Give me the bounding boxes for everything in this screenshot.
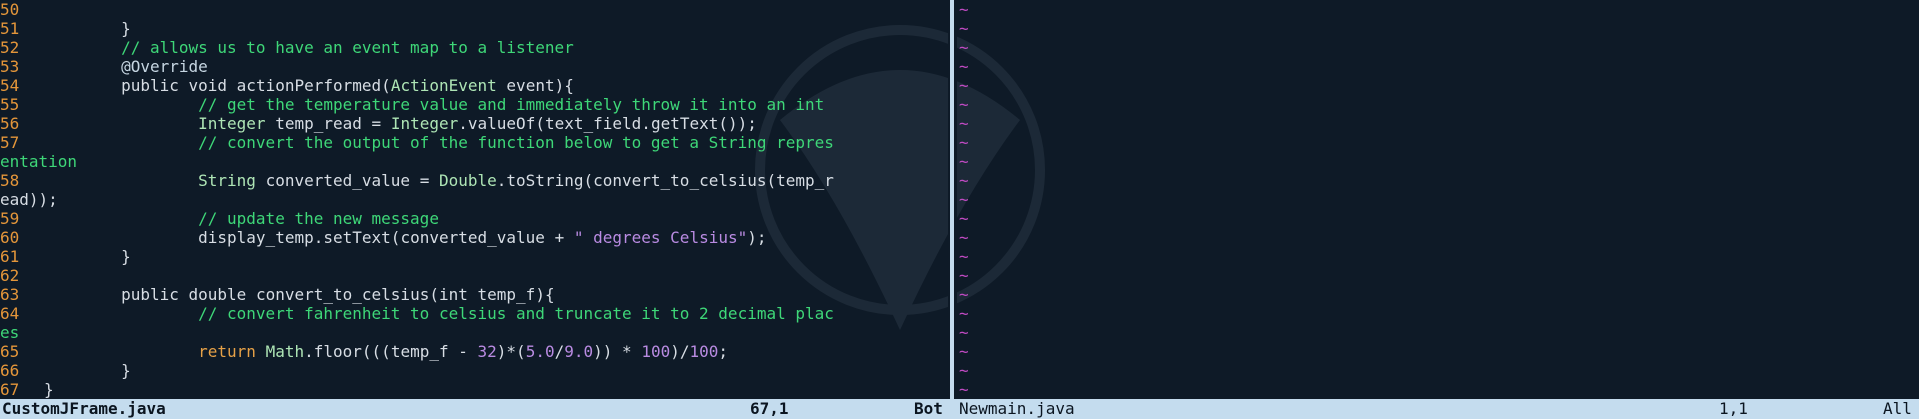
code-line: 65 return Math.floor(((temp_f - 32)*(5.0… <box>0 342 728 361</box>
empty-line-tilde: ~ <box>959 190 969 209</box>
code-line: es <box>0 323 19 342</box>
code-text: es <box>0 323 20 342</box>
code-line: 55 // get the temperature value and imme… <box>0 95 824 114</box>
empty-line-tilde: ~ <box>959 19 969 38</box>
empty-line-tilde: ~ <box>959 323 969 342</box>
line-number: 58 <box>0 171 20 190</box>
code-line: 62 <box>0 266 44 285</box>
empty-line-tilde: ~ <box>959 342 969 361</box>
empty-line-tilde: ~ <box>959 247 969 266</box>
code-text: } <box>44 361 131 380</box>
code-text: @Override <box>121 57 208 76</box>
code-text: } <box>44 247 131 266</box>
vim-editor[interactable]: 50 51 } 52 // allows us to have an event m… <box>0 0 1919 419</box>
left-status-filename: CustomJFrame.java <box>2 399 166 418</box>
code-line: 56 Integer temp_read = Integer.valueOf(t… <box>0 114 757 133</box>
empty-line-tilde: ~ <box>959 171 969 190</box>
code-line: 58 String converted_value = Double.toStr… <box>0 171 834 190</box>
code-line: 61 } <box>0 247 131 266</box>
code-text: ead)); <box>0 190 58 209</box>
code-text: public double convert_to_celsius(int tem… <box>121 285 555 304</box>
code-line: 67} <box>0 380 54 399</box>
line-number: 57 <box>0 133 20 152</box>
empty-line-tilde: ~ <box>959 380 969 399</box>
code-text: // convert the output of the function be… <box>198 133 834 152</box>
empty-line-tilde: ~ <box>959 152 969 171</box>
code-line: 57 // convert the output of the function… <box>0 133 834 152</box>
right-status-position: 1,1 <box>1719 399 1748 418</box>
empty-line-tilde: ~ <box>959 228 969 247</box>
line-number: 61 <box>0 247 20 266</box>
empty-line-tilde: ~ <box>959 209 969 228</box>
code-text: public void actionPerformed(ActionEvent … <box>121 76 574 95</box>
empty-line-tilde: ~ <box>959 266 969 285</box>
line-number: 55 <box>0 95 20 114</box>
code-text: String converted_value = Double.toString… <box>198 171 834 190</box>
right-status-scroll: All <box>1883 399 1912 418</box>
line-number: 63 <box>0 285 20 304</box>
line-number: 59 <box>0 209 20 228</box>
empty-line-tilde: ~ <box>959 285 969 304</box>
empty-line-tilde: ~ <box>959 0 969 19</box>
line-number: 50 <box>0 0 20 19</box>
line-number: 56 <box>0 114 20 133</box>
code-text: } <box>44 380 54 399</box>
empty-line-tilde: ~ <box>959 38 969 57</box>
line-number: 60 <box>0 228 20 247</box>
left-editor-pane[interactable]: 50 51 } 52 // allows us to have an event m… <box>0 0 948 399</box>
right-editor-pane[interactable]: ~ ~ ~ ~ ~ ~ ~ ~ ~ ~ ~ ~ ~ ~ ~ ~ ~ ~ ~ ~ ~ <box>957 0 1919 399</box>
empty-line-tilde: ~ <box>959 76 969 95</box>
code-line: 50 <box>0 0 44 19</box>
line-number: 52 <box>0 38 20 57</box>
code-text: // update the new message <box>198 209 439 228</box>
line-number: 65 <box>0 342 20 361</box>
line-number: 53 <box>0 57 20 76</box>
code-text: // convert fahrenheit to celsius and tru… <box>198 304 834 323</box>
line-number: 64 <box>0 304 20 323</box>
status-bar: CustomJFrame.java 67,1 Bot Newmain.java … <box>0 399 1919 419</box>
right-status-filename: Newmain.java <box>959 399 1075 418</box>
code-line: 53 @Override <box>0 57 208 76</box>
code-text: // allows us to have an event map to a l… <box>121 38 574 57</box>
empty-line-tilde: ~ <box>959 95 969 114</box>
code-line: 52 // allows us to have an event map to … <box>0 38 574 57</box>
code-text: // get the temperature value and immedia… <box>198 95 825 114</box>
empty-line-tilde: ~ <box>959 114 969 133</box>
line-number: 62 <box>0 266 20 285</box>
empty-line-tilde: ~ <box>959 304 969 323</box>
empty-line-tilde: ~ <box>959 133 969 152</box>
code-text: display_temp.setText(converted_value + "… <box>198 228 767 247</box>
code-line: 64 // convert fahrenheit to celsius and … <box>0 304 834 323</box>
code-line: 54 public void actionPerformed(ActionEve… <box>0 76 574 95</box>
code-line: 60 display_temp.setText(converted_value … <box>0 228 767 247</box>
code-line: 66 } <box>0 361 131 380</box>
code-line: 63 public double convert_to_celsius(int … <box>0 285 555 304</box>
code-line: ead)); <box>0 190 58 209</box>
line-number: 54 <box>0 76 20 95</box>
code-text: entation <box>0 152 78 171</box>
line-number: 67 <box>0 380 20 399</box>
vertical-split-divider[interactable] <box>948 0 957 399</box>
line-number: 66 <box>0 361 20 380</box>
code-line: 51 } <box>0 19 131 38</box>
code-line: 59 // update the new message <box>0 209 439 228</box>
left-status-position: 67,1 <box>750 399 789 418</box>
empty-line-tilde: ~ <box>959 57 969 76</box>
left-status-scroll: Bot <box>914 399 943 418</box>
code-text: Integer temp_read = Integer.valueOf(text… <box>198 114 757 133</box>
code-line: entation <box>0 152 77 171</box>
empty-line-tilde: ~ <box>959 361 969 380</box>
line-number: 51 <box>0 19 20 38</box>
code-text: } <box>44 19 131 38</box>
code-text: return Math.floor(((temp_f - 32)*(5.0/9.… <box>198 342 729 361</box>
